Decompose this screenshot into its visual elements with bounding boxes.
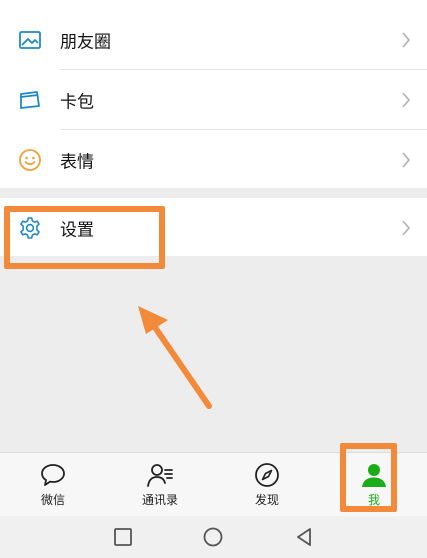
me-tab-highlight-box: [340, 443, 397, 512]
tab-contacts[interactable]: 通讯录: [107, 453, 213, 517]
contacts-icon: [146, 461, 174, 489]
compass-icon: [253, 461, 281, 489]
menu-item-moments[interactable]: 朋友圈: [0, 10, 427, 69]
card-wallet-icon: [18, 88, 42, 112]
settings-highlight-box: [4, 206, 165, 269]
menu-item-card-wallet[interactable]: 卡包: [0, 70, 427, 129]
tab-label: 通讯录: [141, 493, 178, 507]
tab-discover[interactable]: 发现: [214, 453, 320, 517]
moments-icon: [18, 28, 42, 52]
chevron-right-icon: [401, 91, 411, 108]
chevron-right-icon: [401, 219, 411, 236]
menu-item-label: 卡包: [60, 92, 94, 112]
recents-button[interactable]: [112, 526, 134, 548]
tab-chats[interactable]: 微信: [0, 453, 106, 517]
menu-item-emoji[interactable]: 表情: [0, 130, 427, 189]
back-button[interactable]: [293, 526, 315, 548]
chevron-right-icon: [401, 151, 411, 168]
menu-item-label: 朋友圈: [60, 32, 111, 52]
home-button[interactable]: [202, 526, 224, 548]
chat-bubble-icon: [39, 461, 67, 489]
tab-label: 微信: [40, 493, 65, 507]
menu-group-main: 朋友圈 卡包 表情: [0, 0, 427, 188]
menu-item-label: 表情: [60, 152, 94, 172]
system-nav-bar: [0, 516, 427, 558]
chevron-right-icon: [401, 31, 411, 48]
tab-label: 发现: [254, 493, 279, 507]
emoji-icon: [18, 148, 42, 172]
